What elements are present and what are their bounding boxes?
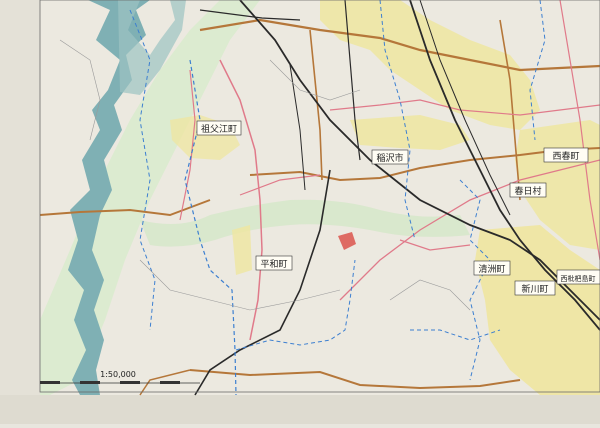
label-shinkawa-text: 新川町	[521, 283, 548, 295]
label-nishibiwajima-text: 西枇杷島町	[561, 274, 596, 283]
map-sheet: 祖父江町 稲沢市 平和町 西春町 春日村 清洲町 新川町 西枇杷島町 1:50,…	[0, 0, 600, 424]
label-kiyosu-text: 清洲町	[478, 263, 505, 275]
label-sofue-text: 祖父江町	[201, 123, 237, 135]
label-heiwa-text: 平和町	[260, 259, 287, 270]
map-margin-left	[0, 0, 40, 395]
scale-seg-4	[160, 381, 180, 384]
scale-seg-1	[40, 381, 60, 384]
map-margin-bottom	[0, 395, 600, 424]
label-inazawa-text: 稲沢市	[376, 152, 403, 164]
topographic-map: 祖父江町 稲沢市 平和町 西春町 春日村 清洲町 新川町 西枇杷島町 1:50,…	[0, 0, 600, 424]
label-kiyosu: 清洲町	[473, 260, 511, 276]
scale-seg-3	[120, 381, 140, 384]
label-nishiharu-text: 西春町	[552, 150, 579, 162]
label-nishiharu: 西春町	[543, 147, 589, 163]
label-shinkawa: 新川町	[514, 280, 556, 296]
label-nishibiwajima: 西枇杷島町	[556, 269, 600, 285]
label-inazawa: 稲沢市	[371, 149, 409, 165]
scale-seg-2	[80, 381, 100, 384]
scale-label: 1:50,000	[100, 370, 136, 379]
label-haruhi-text: 春日村	[514, 185, 541, 197]
label-haruhi: 春日村	[509, 182, 547, 198]
label-heiwa: 平和町	[255, 255, 293, 271]
label-sofue: 祖父江町	[196, 120, 242, 136]
